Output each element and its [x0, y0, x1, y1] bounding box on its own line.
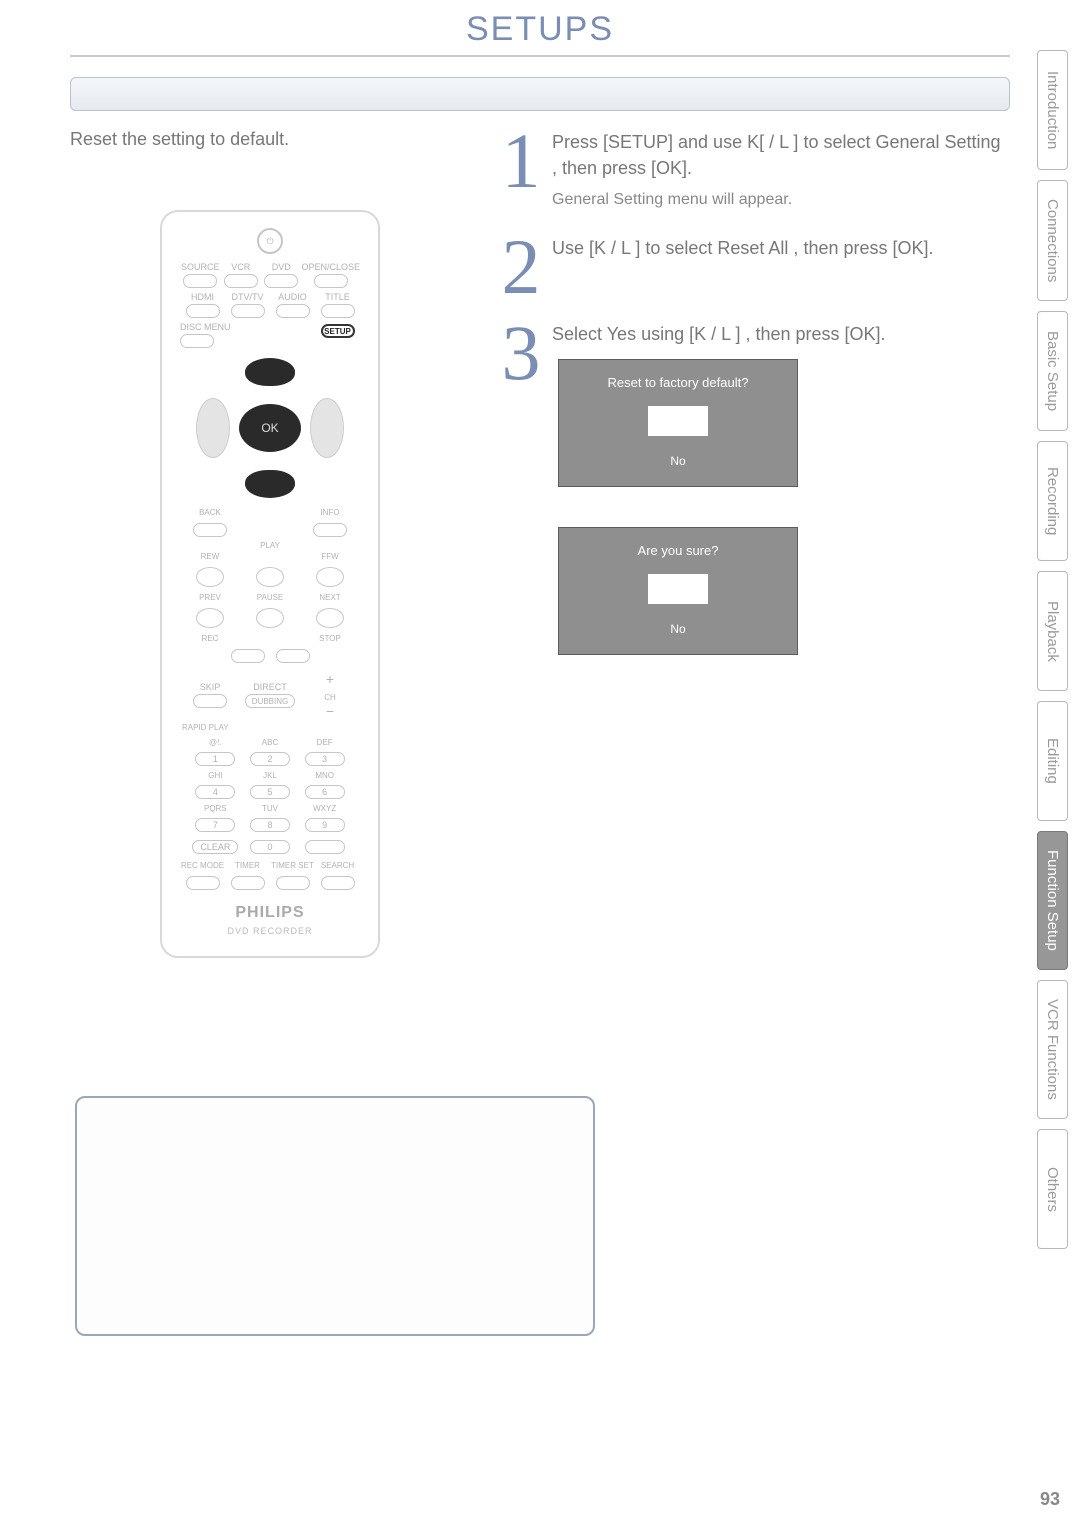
remote-label: AUDIO [278, 292, 307, 302]
remote-label: NEXT [300, 593, 360, 602]
remote-label: SKIP [200, 682, 221, 692]
section-heading-bar [70, 77, 1010, 111]
dpad-up-icon [245, 358, 295, 386]
rec-icon [231, 649, 265, 663]
remote-label: STOP [300, 634, 360, 643]
remote-label: REC [180, 634, 240, 643]
dialog-title: Reset to factory default? [559, 370, 797, 396]
dpad-down-icon [245, 470, 295, 498]
remote-row-menu: DISC MENU SETUP [180, 322, 360, 348]
remote-label: VCR [231, 262, 250, 272]
remote-label: DISC MENU [180, 322, 231, 332]
remote-label: OPEN/CLOSE [301, 262, 360, 272]
side-tab-strip: Introduction Connections Basic Setup Rec… [1037, 50, 1068, 1249]
setup-button-highlight: SETUP [321, 324, 355, 338]
prev-icon [196, 608, 224, 628]
step-3: 3 Select Yes using [K / L ] , then press… [490, 321, 1010, 655]
tab-others[interactable]: Others [1037, 1129, 1068, 1249]
note-box [75, 1096, 595, 1336]
remote-label: HDMI [191, 292, 214, 302]
dialog-option-no: No [648, 446, 708, 476]
remote-label: DVD [272, 262, 291, 272]
tab-editing[interactable]: Editing [1037, 701, 1068, 821]
dialog-title: Are you sure? [559, 538, 797, 564]
dialog-option-yes: Yes [648, 406, 708, 436]
step-1: 1 Press [SETUP] and use K[ / L ] to sele… [490, 129, 1010, 213]
tab-introduction[interactable]: Introduction [1037, 50, 1068, 170]
dialog-confirm: Are you sure? Yes No [558, 527, 798, 655]
step-text: Press [SETUP] and use K[ / L ] to select… [552, 132, 1001, 178]
pause-icon [256, 608, 284, 628]
remote-label: DTV/TV [231, 292, 263, 302]
remote-label: TIMER SET [270, 861, 315, 870]
dubbing-button: DUBBING [245, 694, 295, 708]
dialog-option-no: No [648, 614, 708, 644]
remote-label: SEARCH [315, 861, 360, 870]
step-text: Select Yes using [K / L ] , then press [… [552, 324, 886, 344]
clear-button: CLEAR [192, 840, 238, 854]
tab-vcr-functions[interactable]: VCR Functions [1037, 980, 1068, 1119]
step-text: Use [K / L ] to select Reset All , then … [552, 238, 934, 258]
page-number: 93 [1040, 1489, 1060, 1510]
remote-label: PAUSE [240, 593, 300, 602]
remote-label: REW [180, 552, 240, 561]
page-title: SETUPS [70, 0, 1010, 57]
next-icon [316, 608, 344, 628]
remote-label: DIRECT [253, 682, 287, 692]
dpad-right-icon [310, 398, 344, 458]
ffw-icon [316, 567, 344, 587]
remote-label: CH [324, 693, 336, 702]
step-note: General Setting menu will appear. [552, 187, 1010, 213]
brand-subtitle: DVD RECORDER [174, 926, 366, 936]
remote-label: REC MODE [180, 861, 225, 870]
stop-icon [276, 649, 310, 663]
step-2: 2 Use [K / L ] to select Reset All , the… [490, 235, 1010, 299]
ok-button: OK [239, 404, 301, 452]
dpad: OK [190, 358, 350, 498]
tab-function-setup[interactable]: Function Setup [1037, 831, 1068, 970]
remote-row-1: SOURCE VCR DVD OPEN/CLOSE [180, 262, 360, 288]
dialog-option-yes: Yes [648, 574, 708, 604]
rewind-icon [196, 567, 224, 587]
remote-label: SOURCE [181, 262, 220, 272]
play-icon [256, 567, 284, 587]
tab-playback[interactable]: Playback [1037, 571, 1068, 691]
step-number: 3 [490, 321, 552, 655]
tab-basic-setup[interactable]: Basic Setup [1037, 311, 1068, 431]
tab-connections[interactable]: Connections [1037, 180, 1068, 301]
number-pad: @!.ABCDEF 123 GHIJKLMNO 456 PQRSTUVWXYZ … [182, 738, 358, 855]
remote-label: PLAY [240, 541, 300, 550]
remote-label: RAPID PLAY [182, 723, 358, 732]
remote-control-illustration: ⏻ SOURCE VCR DVD OPEN/CLOSE HDMI DTV/TV … [160, 210, 380, 958]
tab-recording[interactable]: Recording [1037, 441, 1068, 561]
dialog-reset: Reset to factory default? Yes No [558, 359, 798, 487]
brand-logo: PHILIPS [174, 904, 366, 922]
remote-label: BACK [180, 508, 240, 517]
remote-label: TITLE [325, 292, 350, 302]
step-number: 2 [490, 235, 552, 299]
remote-label: PREV [180, 593, 240, 602]
remote-label: FFW [300, 552, 360, 561]
power-icon: ⏻ [257, 228, 283, 254]
dpad-left-icon [196, 398, 230, 458]
remote-label: INFO [300, 508, 360, 517]
remote-row-back-info: BACK INFO [180, 508, 360, 517]
step-number: 1 [490, 129, 552, 213]
intro-text: Reset the setting to default. [70, 129, 470, 150]
remote-label: TIMER [225, 861, 270, 870]
remote-row-2: HDMI DTV/TV AUDIO TITLE [180, 292, 360, 318]
